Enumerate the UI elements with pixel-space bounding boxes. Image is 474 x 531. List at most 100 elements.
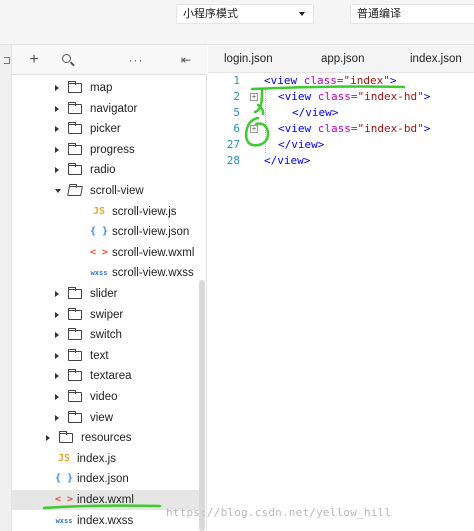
- tree-file[interactable]: wxss scroll-view.wxss: [12, 263, 202, 283]
- tree-folder[interactable]: text: [12, 346, 202, 366]
- tree-item-label: scroll-view.js: [112, 205, 177, 218]
- tree-item-label: radio: [90, 164, 116, 177]
- tree-item-label: picker: [90, 123, 121, 136]
- code-tag: >: [389, 74, 397, 87]
- tree-item-label: video: [90, 391, 118, 403]
- line-number: 1: [233, 74, 240, 87]
- folder-icon: [68, 307, 82, 320]
- code-line[interactable]: 28 </view>: [208, 153, 474, 169]
- folder-icon: [67, 186, 83, 196]
- code-attribute: class=: [303, 74, 344, 87]
- chevron-down-icon[interactable]: [55, 189, 61, 193]
- chevron-right-icon[interactable]: [55, 352, 59, 359]
- folder-icon: [68, 142, 82, 155]
- tree-folder[interactable]: view: [12, 408, 202, 428]
- code-tag: >: [423, 90, 431, 103]
- tree-folder[interactable]: progress: [12, 140, 202, 160]
- more-icon[interactable]: ···: [126, 50, 146, 70]
- fold-expand-icon[interactable]: +: [250, 125, 258, 133]
- tree-file[interactable]: JS index.js: [12, 449, 202, 469]
- tree-item-label: text: [90, 349, 109, 362]
- tree-item-label: slider: [90, 288, 118, 300]
- folder-icon: [68, 369, 82, 382]
- code-line[interactable]: 6 + <view class="index-bd">: [208, 121, 474, 137]
- chevron-right-icon[interactable]: [55, 332, 59, 339]
- tree-item-label: scroll-view.wxss: [112, 267, 194, 280]
- code-line[interactable]: 27 </view>: [208, 137, 474, 153]
- collapse-icon[interactable]: ⇤: [176, 50, 196, 70]
- tree-file[interactable]: { } scroll-view.json: [12, 222, 202, 242]
- chevron-right-icon[interactable]: [46, 435, 50, 442]
- wxss-file-icon: wxss: [90, 269, 108, 278]
- file-tree-toolbar: + ··· ⇤: [12, 45, 207, 75]
- code-line[interactable]: 2 + <view class="index-hd">: [208, 89, 474, 105]
- tree-folder[interactable]: video: [12, 387, 202, 407]
- tree-folder[interactable]: switch: [12, 325, 202, 345]
- search-icon[interactable]: [58, 50, 78, 70]
- tree-folder[interactable]: navigator: [12, 99, 202, 119]
- indent-guide: [265, 89, 266, 153]
- tree-folder[interactable]: map: [12, 78, 202, 98]
- code-attr-value: "index-hd": [357, 90, 424, 103]
- plus-icon[interactable]: +: [24, 50, 44, 70]
- tree-folder[interactable]: textarea: [12, 366, 202, 386]
- tree-file[interactable]: < > scroll-view.wxml: [12, 243, 202, 263]
- chevron-right-icon[interactable]: [55, 291, 59, 297]
- tree-file[interactable]: JS scroll-view.js: [12, 202, 202, 222]
- tree-folder[interactable]: swiper: [12, 305, 202, 325]
- fold-expand-icon[interactable]: +: [250, 93, 258, 101]
- chevron-right-icon[interactable]: [55, 85, 59, 91]
- line-number: 28: [226, 154, 240, 167]
- tree-folder[interactable]: resources: [12, 428, 202, 448]
- chevron-right-icon[interactable]: [55, 146, 59, 153]
- folder-icon: [68, 81, 82, 93]
- tree-item-label: navigator: [90, 102, 138, 115]
- chevron-right-icon[interactable]: [55, 311, 59, 318]
- code-text: </view>: [292, 105, 338, 121]
- code-text: <view class="index-bd">: [278, 121, 430, 137]
- code-tag: <view: [278, 90, 318, 103]
- tree-item-label: index.wxss: [77, 514, 134, 527]
- tree-item-label: index.js: [77, 452, 116, 465]
- wxss-file-icon: wxss: [55, 516, 73, 525]
- compile-select[interactable]: 普通编译: [350, 4, 474, 24]
- chevron-right-icon[interactable]: [55, 414, 59, 421]
- code-editor[interactable]: 1 <view class="index"> 2 + <view class="inde…: [208, 73, 474, 531]
- chevron-right-icon[interactable]: [55, 105, 59, 112]
- chevron-right-icon[interactable]: [55, 373, 59, 380]
- chevron-right-icon[interactable]: [55, 394, 59, 400]
- line-number: 6: [233, 122, 240, 135]
- watermark: https://blog.csdn.net/yellow_hill: [166, 506, 392, 519]
- tree-item-label: index.wxml: [77, 494, 134, 506]
- tab-index-json[interactable]: index.json: [410, 45, 462, 73]
- tree-folder[interactable]: slider: [12, 284, 202, 304]
- tree-folder[interactable]: picker: [12, 119, 202, 139]
- mode-select[interactable]: 小程序模式: [176, 4, 314, 24]
- tab-app-json[interactable]: app.json: [321, 45, 364, 73]
- chevron-right-icon[interactable]: [55, 126, 59, 133]
- code-line[interactable]: 5 </view>: [208, 105, 474, 121]
- editor-tabs: login.json app.json index.json: [208, 45, 474, 73]
- tree-folder[interactable]: radio: [12, 160, 202, 180]
- code-tag: </view>: [264, 154, 311, 167]
- tree-item-label: switch: [90, 329, 122, 342]
- tree-folder[interactable]: scroll-view: [12, 181, 202, 201]
- tree-item-label: scroll-view.json: [112, 226, 190, 239]
- code-text: </view>: [278, 137, 324, 153]
- tree-scrollbar[interactable]: [199, 280, 205, 531]
- folder-icon: [68, 348, 82, 361]
- js-file-icon: JS: [92, 205, 106, 217]
- panel-toggle-icon[interactable]: [4, 57, 10, 64]
- code-tag: <view: [264, 74, 304, 87]
- folder-icon: [68, 122, 82, 135]
- folder-icon: [68, 101, 82, 114]
- code-tag: >: [423, 122, 431, 135]
- tree-file[interactable]: { } index.json: [12, 469, 202, 489]
- mode-select-value: 小程序模式: [183, 8, 238, 20]
- json-file-icon: { }: [55, 473, 74, 485]
- code-attribute: class=: [317, 122, 358, 135]
- tab-login-json[interactable]: login.json: [224, 45, 273, 73]
- chevron-down-icon: [299, 12, 305, 16]
- chevron-right-icon[interactable]: [55, 167, 59, 174]
- code-line[interactable]: 1 <view class="index">: [208, 73, 474, 89]
